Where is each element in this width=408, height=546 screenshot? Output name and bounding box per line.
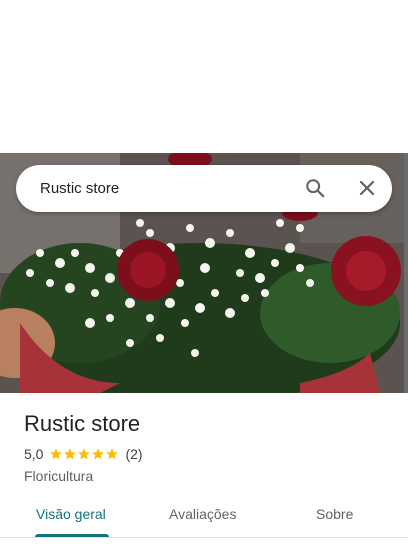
rating-row[interactable]: 5,0 (2) xyxy=(24,444,394,464)
review-count[interactable]: (2) xyxy=(125,446,142,462)
tabs-divider xyxy=(0,537,408,538)
star-icon xyxy=(64,448,77,460)
search-icon[interactable] xyxy=(302,175,328,201)
top-blank-area xyxy=(0,0,408,153)
search-bar[interactable]: Rustic store xyxy=(16,165,392,212)
star-icon xyxy=(50,448,63,460)
place-title: Rustic store xyxy=(24,411,141,436)
place-info: Rustic store 5,0 (2) Floricultura xyxy=(24,410,394,484)
star-icon xyxy=(92,448,105,460)
place-category[interactable]: Floricultura xyxy=(24,468,394,484)
scrollbar-edge xyxy=(404,153,408,393)
tab-about[interactable]: Sobre xyxy=(316,506,353,522)
close-icon[interactable] xyxy=(354,175,380,201)
search-input[interactable]: Rustic store xyxy=(40,180,119,197)
tab-reviews[interactable]: Avaliações xyxy=(169,506,236,522)
tab-overview[interactable]: Visão geral xyxy=(36,506,106,522)
rating-stars xyxy=(49,447,119,461)
rating-value: 5,0 xyxy=(24,446,44,462)
star-icon xyxy=(106,448,119,460)
tab-bar: Visão geral Avaliações Sobre xyxy=(0,492,408,546)
star-icon xyxy=(78,448,91,460)
